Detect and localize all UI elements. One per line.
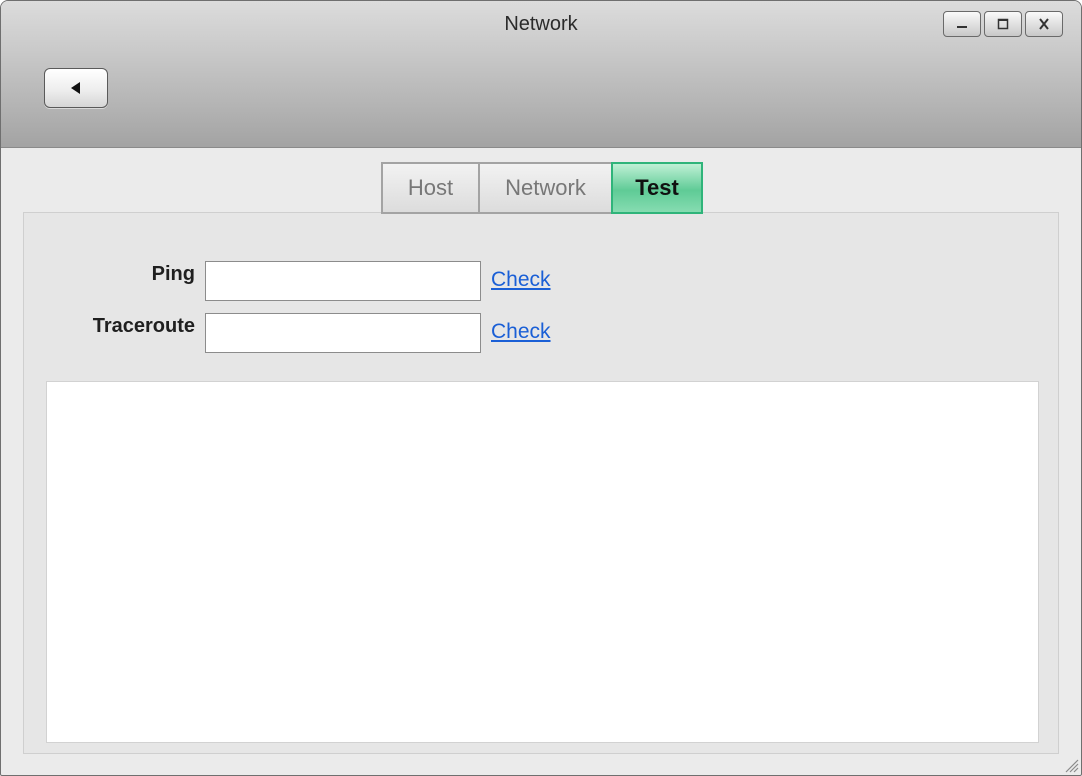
traceroute-check-link[interactable]: Check: [491, 320, 551, 344]
test-output-area[interactable]: [46, 381, 1039, 743]
tab-host[interactable]: Host: [381, 162, 480, 214]
tab-network-label: Network: [505, 175, 586, 200]
window-controls: [943, 11, 1063, 37]
traceroute-input[interactable]: [205, 313, 481, 353]
tab-test[interactable]: Test: [611, 162, 703, 214]
minimize-icon: [957, 26, 967, 28]
maximize-icon: [997, 18, 1009, 30]
back-arrow-icon: [71, 82, 80, 94]
window-title: Network: [504, 13, 578, 35]
tab-bar: Host Network Test: [381, 162, 703, 214]
ping-label: Ping: [151, 263, 195, 285]
ping-check-link[interactable]: Check: [491, 268, 551, 292]
tab-host-label: Host: [407, 175, 454, 200]
maximize-button[interactable]: [984, 11, 1022, 37]
traceroute-label: Traceroute: [92, 315, 195, 337]
ping-input[interactable]: [205, 261, 481, 301]
back-button[interactable]: [44, 68, 108, 108]
title-bar[interactable]: Network: [1, 1, 1081, 148]
minimize-button[interactable]: [943, 11, 981, 37]
network-window: Network Host Network Test Ping Check Tra…: [0, 0, 1082, 776]
tab-test-label: Test: [635, 175, 679, 200]
close-button[interactable]: [1025, 11, 1063, 37]
close-icon: [1039, 18, 1049, 30]
tab-network[interactable]: Network: [478, 162, 613, 214]
resize-grip-icon[interactable]: [1063, 757, 1079, 773]
